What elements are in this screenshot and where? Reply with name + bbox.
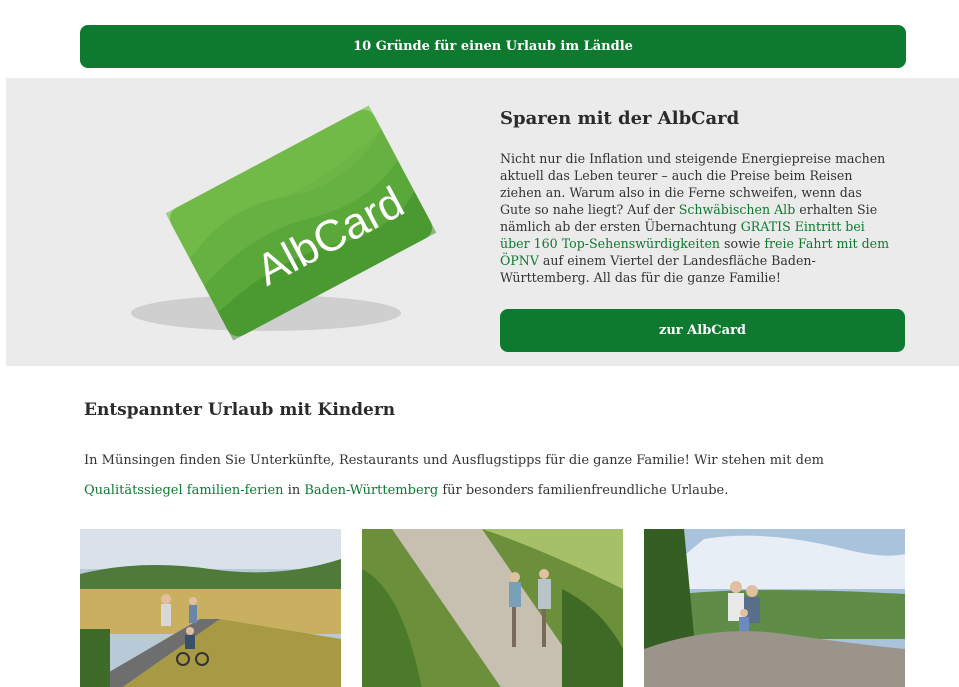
albcard-section: AlbCard Sparen mit der AlbCard Nicht nur… [6,78,959,366]
albcard-button[interactable]: zur AlbCard [500,309,905,352]
albcard-description: Nicht nur die Inflation und steigende En… [500,151,890,285]
kids-section-title: Entspannter Urlaub mit Kindern [84,400,396,420]
link-schwaebische-alb[interactable]: Schwäbischen Alb [679,202,796,217]
family-road-photo[interactable] [80,529,341,687]
family-rock-view-photo[interactable] [644,529,905,687]
albcard-title: Sparen mit der AlbCard [500,108,740,129]
ten-reasons-button[interactable]: 10 Gründe für einen Urlaub im Ländle [80,25,906,68]
link-qualitaetssiegel[interactable]: Qualitätssiegel familien-ferien [84,483,284,498]
albcard-image: AlbCard [126,98,446,348]
link-baden-wuerttemberg[interactable]: Baden-Württemberg [304,483,438,498]
kids-section-text: In Münsingen finden Sie Unterkünfte, Res… [84,453,824,498]
family-forest-hike-photo[interactable] [362,529,623,687]
